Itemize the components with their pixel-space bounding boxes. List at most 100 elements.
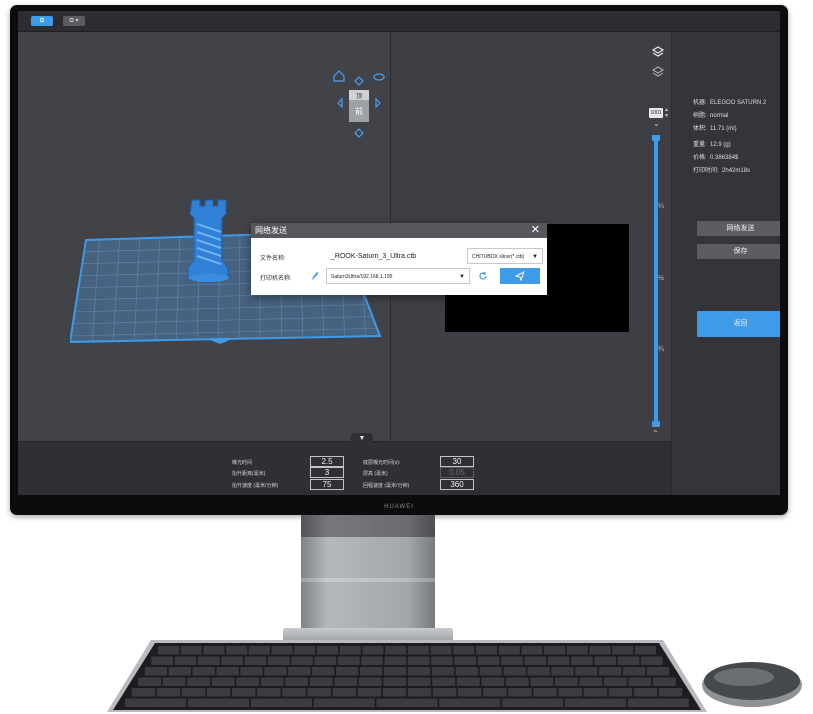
bottom-exposure-label: 底层曝光时间(s): [363,460,401,466]
keyboard-key [187,677,211,686]
keyboard-key [282,688,306,697]
info-resin: 树脂: normal [693,113,729,119]
retract-speed-input[interactable]: 360 [440,479,474,490]
collapse-panel-button[interactable]: ▼ [351,433,373,445]
refresh-icon[interactable] [478,271,488,281]
tick-quarter: ¼ [658,203,664,210]
keyboard-key [236,677,260,686]
keyboard-key [337,656,360,665]
keyboard-key [658,688,683,697]
dialog-title: 网络发送 [255,226,287,235]
keyboard-key [551,667,574,676]
layer-single-icon[interactable] [652,66,664,78]
chevron-down-icon[interactable]: ⌄ [653,119,660,128]
keyboard-key [521,646,543,655]
info-weight: 重量: 12.9 (g) [693,142,731,148]
layout-menu-button[interactable]: ⧉ ▾ [63,16,85,26]
keyboard-key [431,656,453,665]
send-button[interactable] [500,268,540,284]
edit-pencil-icon[interactable] [311,271,319,281]
keyboard-key [530,677,554,686]
keyboard-key [131,688,156,697]
layer-slider-top-handle[interactable] [652,135,660,141]
back-button[interactable]: 返回 [697,311,780,337]
home-icon[interactable] [333,70,345,82]
paper-plane-icon [515,271,525,281]
keyboard-key [187,698,250,707]
file-name-input[interactable]: _ROOK-Saturn_3_Ultra.ctb [329,250,465,263]
app-screen: ⧉ ⧉ ▾ 顶 前 1001 ▲ ▼ ⌄ ¼ ½ ¾ ⌃ 机器: ELEGOO … [18,11,780,495]
chevron-up-icon[interactable]: ⌃ [652,429,659,438]
file-format-select[interactable]: CHITUBOX slicer(*.ctb) ▼ [467,248,543,264]
keyboard-key [431,667,454,676]
view-navigation-cube[interactable]: 顶 前 [324,63,394,143]
info-price: 价格: 0.386384$ [693,155,739,161]
layer-height-input: 0.05 [440,467,474,478]
network-send-button[interactable]: 网络发送 [697,221,780,236]
keyboard-key [612,646,634,655]
keyboard-key [336,667,359,676]
keyboard-key [439,698,501,707]
layer-slider-track[interactable] [654,137,658,427]
keyboard-key [339,646,361,655]
keyboard-key [376,698,438,707]
keyboard-key [332,688,356,697]
cube-top-face[interactable]: 顶 [356,93,362,100]
keyboard-key [384,656,407,665]
rotate-up-icon[interactable] [354,76,364,86]
dialog-header[interactable]: 网络发送 ✕ [251,223,547,238]
layer-height-label: 层高 (毫米) [363,471,388,477]
rotate-left-icon[interactable] [337,97,343,109]
keyboard-key [635,646,657,655]
view-mode-button[interactable]: ⧉ [31,16,53,26]
keyboard-key [458,688,482,697]
app-toolbar: ⧉ ⧉ ▾ [18,11,780,32]
layer-slider-bottom-handle[interactable] [652,421,660,427]
keyboard-key [554,677,578,686]
keyboard-key [226,646,248,655]
keyboard-key [646,667,670,676]
rotate-right-icon[interactable] [375,97,381,109]
keyboard-key [594,656,616,665]
keyboard-key [599,667,622,676]
bottom-exposure-input[interactable]: 30 [440,456,474,467]
keyboard-key [628,677,652,686]
eye-icon[interactable] [373,73,385,81]
keyboard-key [430,646,452,655]
cube-front-face[interactable]: 前 [355,106,363,116]
save-button[interactable]: 保存 [697,244,780,259]
keyboard-key [221,656,243,665]
layer-spinner[interactable]: ▲ ▼ [664,107,669,119]
keyboard-key [383,677,407,686]
keyboard-key [192,667,215,676]
keyboard-key [382,688,407,697]
keyboard-key [508,688,532,697]
rotate-down-icon[interactable] [354,128,364,138]
keyboard-key [285,677,309,686]
lift-distance-label: 抬升距离(毫米) [232,471,266,477]
chevron-down-icon: ▼ [532,254,538,260]
keyboard-key [288,667,311,676]
keyboard-key [627,698,689,707]
keyboard-key [502,698,564,707]
keyboard-key [316,646,338,655]
current-layer-input[interactable]: 1001 [649,108,663,118]
keyboard-key [407,677,431,686]
lift-speed-input[interactable]: 75 [310,479,344,490]
network-send-dialog: 网络发送 ✕ 文件名称: _ROOK-Saturn_3_Ultra.ctb CH… [251,223,547,295]
keyboard-key [264,667,287,676]
keyboard-key [291,656,313,665]
keyboard-key [362,646,384,655]
printer-select[interactable]: Saturn3Ultra/192.168.1.195 ▼ [326,268,470,284]
monitor: ⧉ ⧉ ▾ 顶 前 1001 ▲ ▼ ⌄ ¼ ½ ¾ ⌃ 机器: ELEGOO … [10,5,788,515]
rook-model[interactable] [186,198,232,284]
layers-icon[interactable] [652,46,664,58]
file-name-label: 文件名称: [260,256,286,262]
lift-distance-input[interactable]: 3 [310,467,344,478]
exposure-input[interactable]: 2.5 [310,456,344,467]
keyboard-key [361,656,383,665]
keyboard-key [455,667,478,676]
keyboard [107,640,707,712]
close-icon[interactable]: ✕ [531,223,540,238]
keyboard-key [623,667,646,676]
